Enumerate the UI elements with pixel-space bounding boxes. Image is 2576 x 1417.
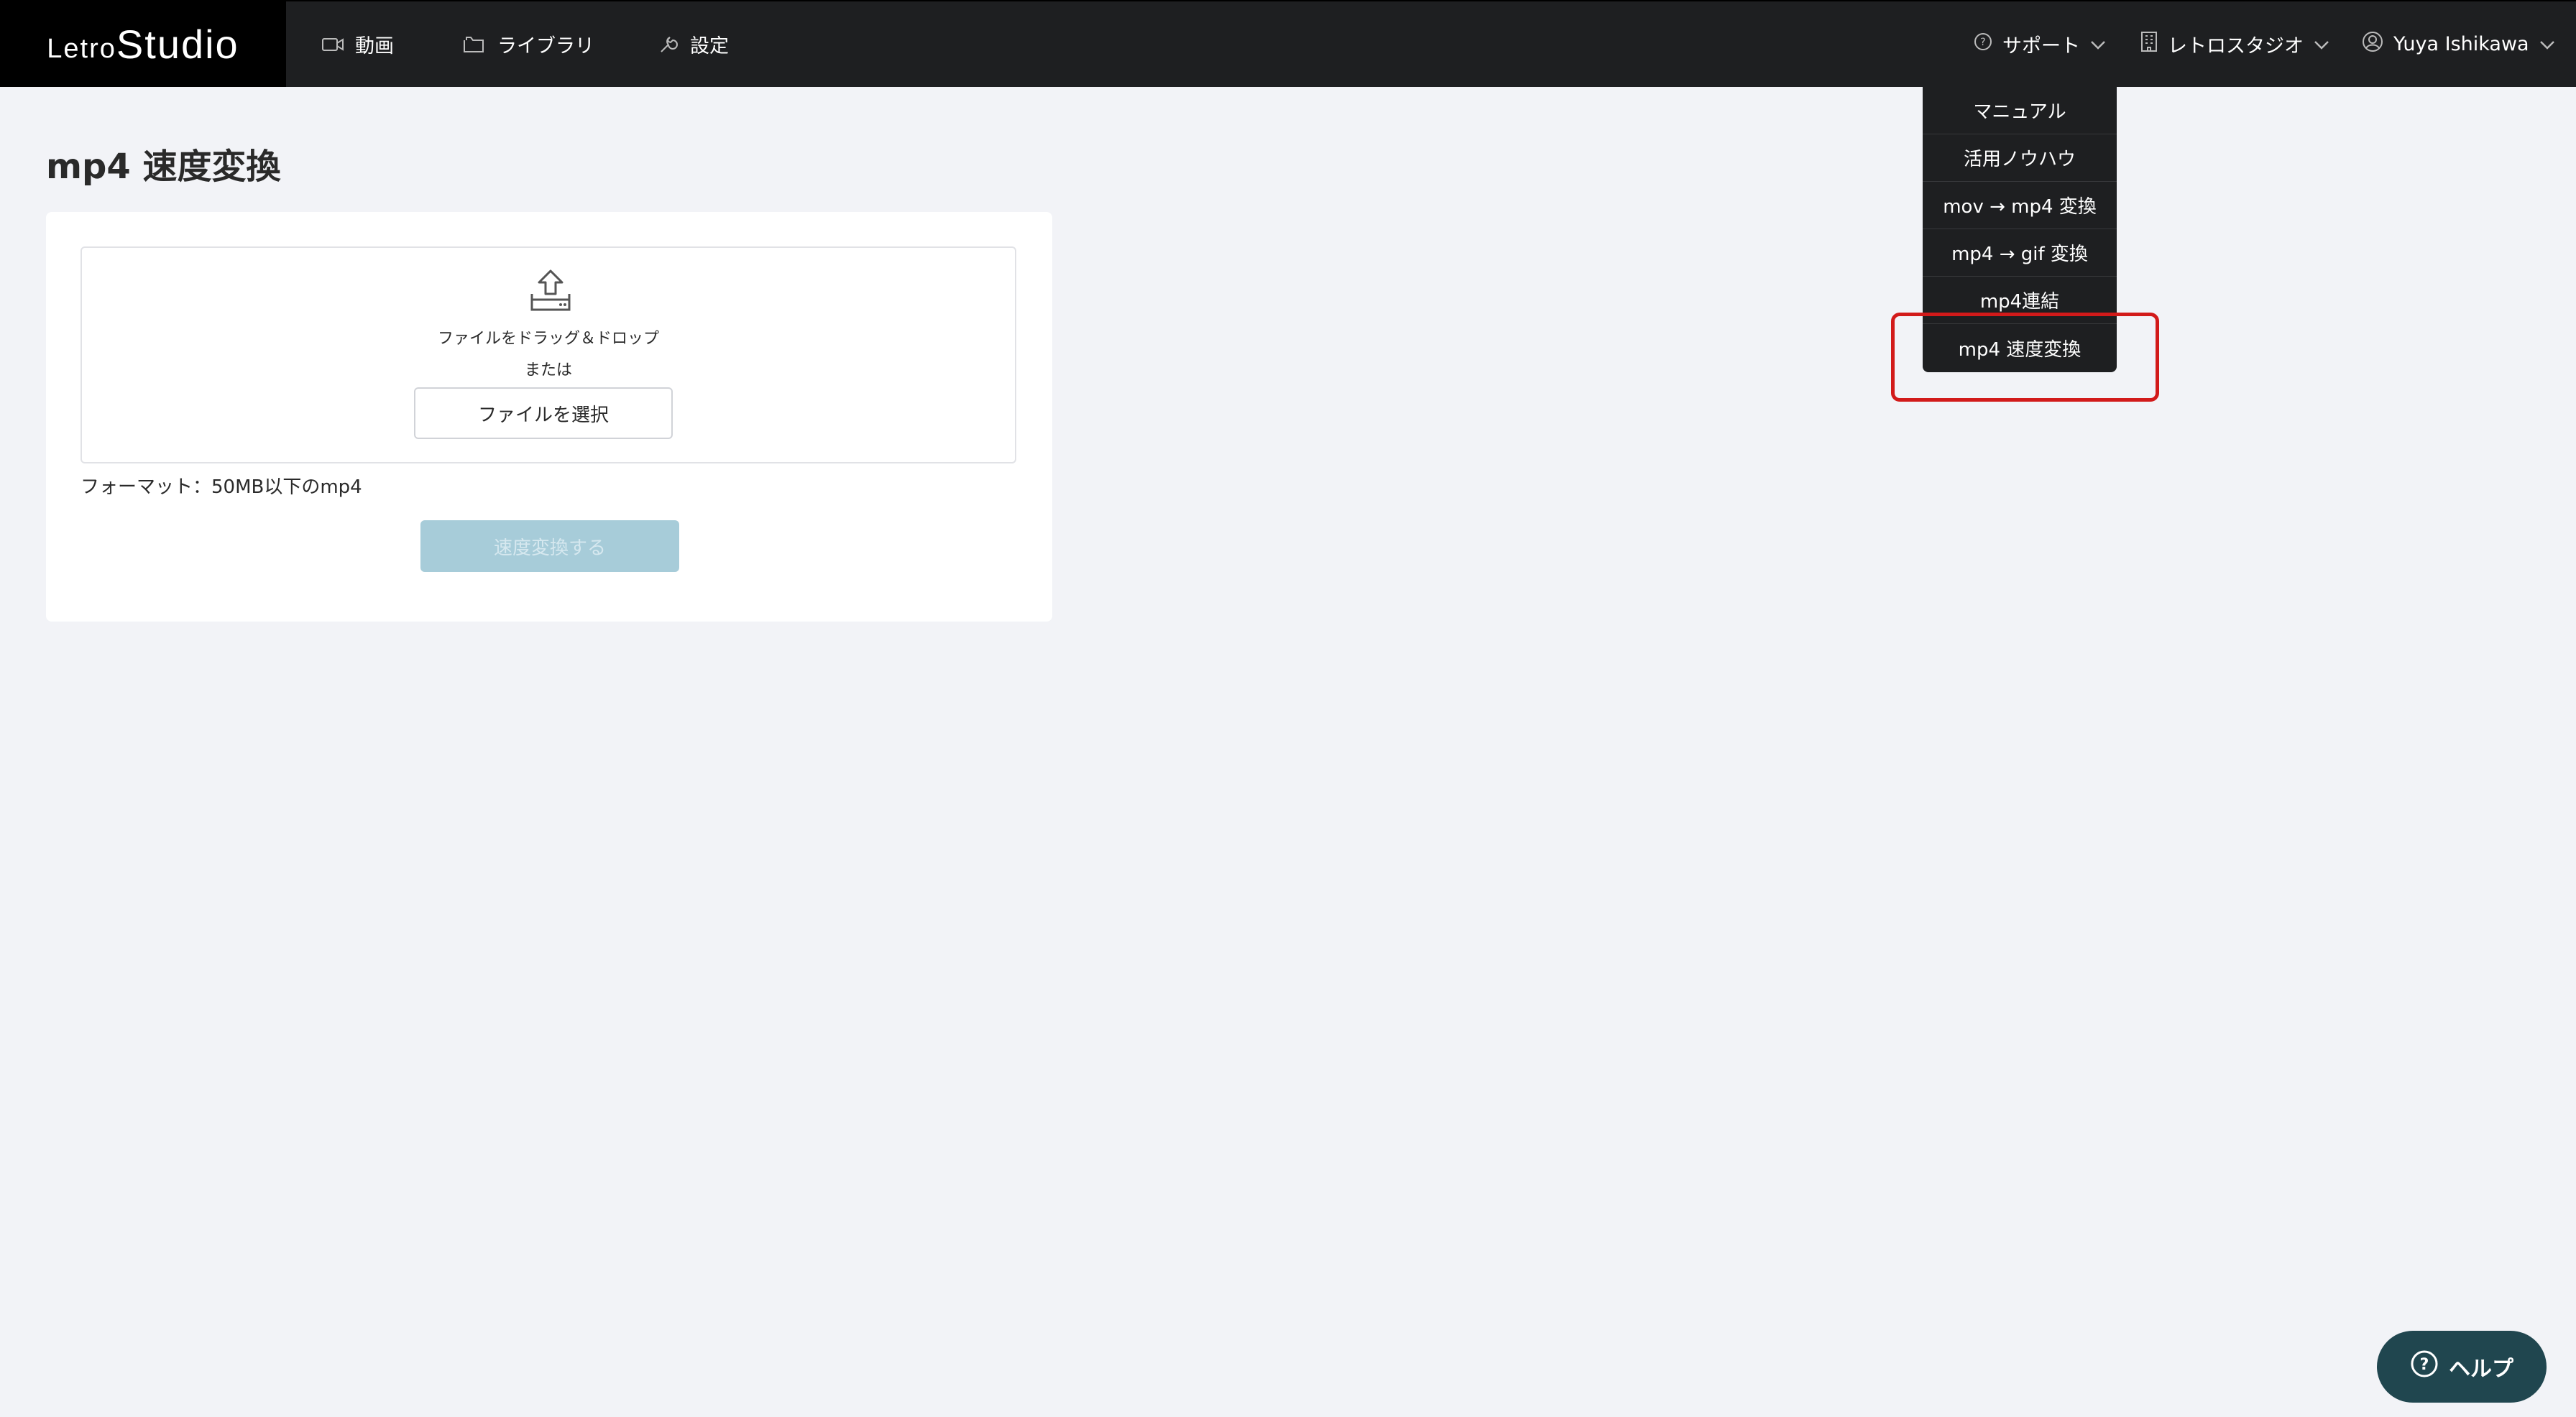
chevron-down-icon — [2314, 33, 2329, 55]
wrench-icon — [658, 34, 678, 55]
dropzone-drag-text: ファイルをドラッグ＆ドロップ — [437, 330, 659, 348]
convert-speed-button[interactable]: 速度変換する — [420, 520, 679, 572]
help-label: ヘルプ — [2449, 1357, 2513, 1382]
building-icon — [2140, 31, 2158, 57]
upload-icon — [528, 268, 574, 315]
video-icon — [322, 37, 344, 52]
dropdown-item-manual[interactable]: マニュアル — [1923, 87, 2117, 134]
dropdown-item-knowhow[interactable]: 活用ノウハウ — [1923, 134, 2117, 182]
nav-videos-label: 動画 — [355, 35, 394, 57]
svg-text:?: ? — [2420, 1356, 2429, 1374]
file-dropzone[interactable]: ファイルをドラッグ＆ドロップ または ファイルを選択 — [80, 246, 1016, 463]
question-circle-icon: ? — [2410, 1349, 2439, 1384]
chevron-down-icon — [2090, 33, 2106, 55]
nav-settings-label: 設定 — [690, 35, 729, 57]
user-menu[interactable]: Yuya Ishikawa — [2362, 1, 2555, 87]
logo-letro: Letro — [47, 34, 116, 64]
top-header: Letro Studio 動画 ライブラリ 設定 ? サポート レトロスタジオ — [0, 0, 2576, 87]
chevron-down-icon — [2539, 33, 2555, 55]
support-menu[interactable]: ? サポート — [1974, 1, 2106, 87]
upload-card: ファイルをドラッグ＆ドロップ または ファイルを選択 フォーマット：50MB以下… — [46, 212, 1052, 622]
format-note: フォーマット：50MB以下のmp4 — [80, 476, 362, 498]
organization-label: レトロスタジオ — [2168, 35, 2304, 57]
user-circle-icon — [2362, 31, 2383, 57]
nav-library-label: ライブラリ — [497, 35, 594, 57]
nav-videos[interactable]: 動画 — [322, 1, 394, 87]
svg-text:?: ? — [1980, 37, 1985, 48]
dropdown-item-mov-to-mp4[interactable]: mov → mp4 変換 — [1923, 182, 2117, 229]
question-circle-icon: ? — [1974, 32, 1992, 56]
logo-studio: Studio — [116, 22, 239, 67]
dropdown-item-mp4-to-gif[interactable]: mp4 → gif 変換 — [1923, 229, 2117, 277]
nav-library[interactable]: ライブラリ — [463, 1, 594, 87]
select-file-button[interactable]: ファイルを選択 — [414, 387, 673, 439]
dropzone-or-text: または — [524, 361, 572, 379]
support-label: サポート — [2002, 35, 2080, 57]
page-title: mp4 速度変換 — [46, 147, 281, 187]
logo[interactable]: Letro Studio — [0, 1, 286, 87]
organization-menu[interactable]: レトロスタジオ — [2140, 1, 2329, 87]
highlight-box — [1891, 313, 2159, 402]
folder-icon — [463, 36, 486, 53]
help-button[interactable]: ? ヘルプ — [2377, 1331, 2547, 1403]
nav-settings[interactable]: 設定 — [658, 1, 729, 87]
user-name: Yuya Ishikawa — [2393, 33, 2529, 55]
